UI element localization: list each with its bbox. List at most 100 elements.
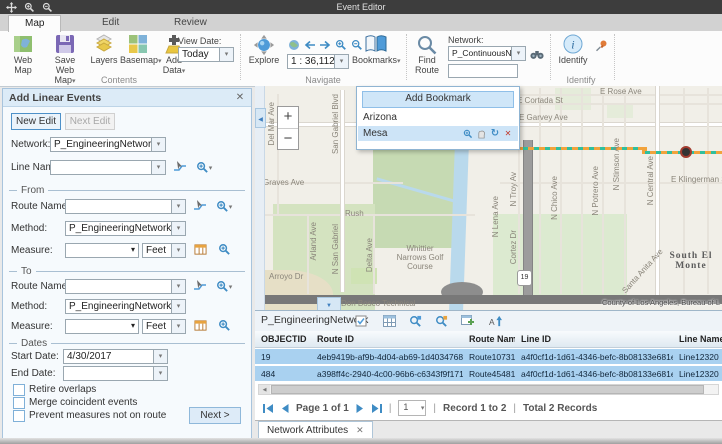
bookmarks-button[interactable]: Bookmarks: [352, 34, 400, 65]
identify-icon: i: [556, 34, 590, 54]
select-records-icon[interactable]: [353, 314, 369, 328]
table-row[interactable]: 19 4eb9419b-af9b-4d04-ab69-1d403476802b …: [255, 349, 722, 364]
from-method-label: Method:: [11, 223, 47, 234]
retire-overlaps-checkbox[interactable]: [13, 384, 25, 396]
basemap-button[interactable]: Basemap: [120, 34, 156, 65]
new-edit-button[interactable]: New Edit: [11, 113, 61, 130]
map-zoom-out-button[interactable]: −: [278, 129, 298, 150]
tab-edit[interactable]: Edit: [86, 15, 135, 31]
road-rush: [263, 214, 475, 216]
zoom-to-selection-icon[interactable]: [407, 314, 423, 328]
bookmark-name: Mesa: [363, 128, 387, 139]
collapse-table-button[interactable]: [317, 297, 341, 310]
column-header-line-name[interactable]: Line Name: [673, 334, 722, 344]
close-tab-icon[interactable]: [356, 425, 364, 435]
bookmarks-icon: [352, 34, 400, 54]
svg-text:i: i: [571, 38, 574, 52]
map-scale-select[interactable]: 1 : 36,112: [287, 54, 349, 69]
panel-network-select[interactable]: P_EngineeringNetwork: [50, 137, 166, 152]
table-grid-icon[interactable]: [381, 314, 397, 328]
select-line-on-map-icon[interactable]: [171, 159, 189, 175]
binoculars-icon[interactable]: [530, 48, 544, 61]
title-bar: Event Editor: [0, 0, 722, 14]
from-measure-input[interactable]: [65, 243, 139, 258]
sort-icon[interactable]: A: [487, 314, 503, 328]
identify-button[interactable]: i Identify: [556, 34, 590, 65]
add-bookmark-button[interactable]: Add Bookmark: [362, 91, 514, 108]
view-date-select[interactable]: Today: [178, 47, 234, 62]
scrollbar-thumb[interactable]: [271, 385, 704, 394]
select-from-route-on-map-icon[interactable]: [191, 198, 209, 214]
prevent-measures-checkbox[interactable]: [13, 410, 25, 422]
map-zoom-in-button[interactable]: +: [278, 107, 298, 129]
from-route-name-value: [69, 200, 171, 213]
dropdown-arrow-icon: [171, 222, 185, 235]
tab-network-attributes[interactable]: Network Attributes: [258, 421, 373, 439]
panel-title: Add Linear Events: [9, 92, 101, 104]
network-select[interactable]: P_ContinuousNetwork: [448, 46, 526, 61]
zoom-to-bookmark-icon[interactable]: [462, 128, 474, 139]
start-date-input[interactable]: 4/30/2017: [63, 349, 168, 364]
previous-extent-globe-icon[interactable]: [287, 38, 301, 51]
update-bookmark-icon[interactable]: [489, 128, 501, 139]
column-header-route-name[interactable]: Route Name: [463, 334, 515, 344]
first-page-button[interactable]: [263, 404, 274, 413]
zoom-to-to-route-icon[interactable]: [215, 278, 233, 294]
delete-bookmark-icon[interactable]: [502, 128, 514, 139]
tab-map[interactable]: Map: [8, 15, 61, 32]
back-arrow-icon[interactable]: [303, 38, 317, 51]
end-date-input[interactable]: [63, 366, 168, 381]
next-step-button[interactable]: Next >: [189, 407, 241, 424]
add-records-icon[interactable]: [459, 314, 475, 328]
column-header-objectid[interactable]: OBJECTID: [255, 334, 311, 344]
pan-to-selection-icon[interactable]: [433, 314, 449, 328]
previous-page-button[interactable]: [281, 404, 289, 413]
chevron-left-icon: [258, 112, 263, 124]
to-measure-input[interactable]: [65, 319, 139, 334]
bookmark-item-arizona[interactable]: Arizona: [358, 110, 518, 125]
from-route-name-select[interactable]: [65, 199, 186, 214]
select-to-route-on-map-icon[interactable]: [191, 278, 209, 294]
zoom-to-to-measure-icon[interactable]: [215, 317, 233, 333]
zoom-to-line-icon[interactable]: [195, 159, 213, 175]
merge-coincident-events-checkbox[interactable]: [13, 397, 25, 409]
next-page-button[interactable]: [356, 404, 364, 413]
page-number-select[interactable]: 1: [398, 400, 426, 416]
bookmark-item-mesa[interactable]: Mesa: [358, 126, 518, 141]
basemap-label: Basemap: [120, 55, 158, 65]
next-edit-button[interactable]: Next Edit: [65, 113, 115, 130]
prevent-measures-label: Prevent measures not on route: [29, 410, 166, 421]
find-route-button[interactable]: Find Route: [410, 34, 444, 75]
close-panel-icon[interactable]: [233, 90, 247, 106]
to-route-name-select[interactable]: [65, 279, 186, 294]
table-row[interactable]: 484 a398ff4c-2940-4c00-96b6-c6343f9f1711…: [255, 366, 722, 381]
collapse-left-panel-button[interactable]: [255, 108, 266, 128]
pushpin-icon[interactable]: [594, 39, 608, 52]
to-measure-grid-icon[interactable]: [191, 317, 209, 333]
last-page-button[interactable]: [371, 404, 382, 413]
scroll-left-icon[interactable]: [259, 385, 270, 394]
to-legend-text: To: [21, 266, 32, 277]
explore-button[interactable]: Explore: [246, 34, 282, 65]
zoom-in-icon[interactable]: [334, 38, 348, 51]
from-measure-label: Measure:: [11, 245, 53, 256]
from-unit-select[interactable]: Feet: [142, 243, 186, 258]
pan-to-bookmark-icon[interactable]: [475, 128, 487, 139]
zoom-to-from-measure-icon[interactable]: [215, 241, 233, 257]
from-measure-grid-icon[interactable]: [191, 241, 209, 257]
column-header-route-id[interactable]: Route ID: [311, 334, 463, 344]
to-unit-select[interactable]: Feet: [142, 319, 186, 334]
horizontal-scrollbar[interactable]: [258, 384, 719, 395]
web-map-button[interactable]: Web Map: [4, 34, 42, 75]
park-area: [607, 104, 633, 118]
route-point-marker[interactable]: [680, 146, 692, 158]
zoom-to-from-route-icon[interactable]: [215, 198, 233, 214]
forward-arrow-icon[interactable]: [318, 38, 332, 51]
line-name-select[interactable]: [50, 160, 166, 175]
find-route-input[interactable]: [448, 64, 518, 78]
layers-button[interactable]: Layers: [88, 34, 120, 65]
from-method-select[interactable]: P_EngineeringNetwork: [65, 221, 186, 236]
tab-review[interactable]: Review: [158, 15, 223, 31]
column-header-line-id[interactable]: Line ID: [515, 334, 673, 344]
to-method-select[interactable]: P_EngineeringNetwork: [65, 299, 186, 314]
